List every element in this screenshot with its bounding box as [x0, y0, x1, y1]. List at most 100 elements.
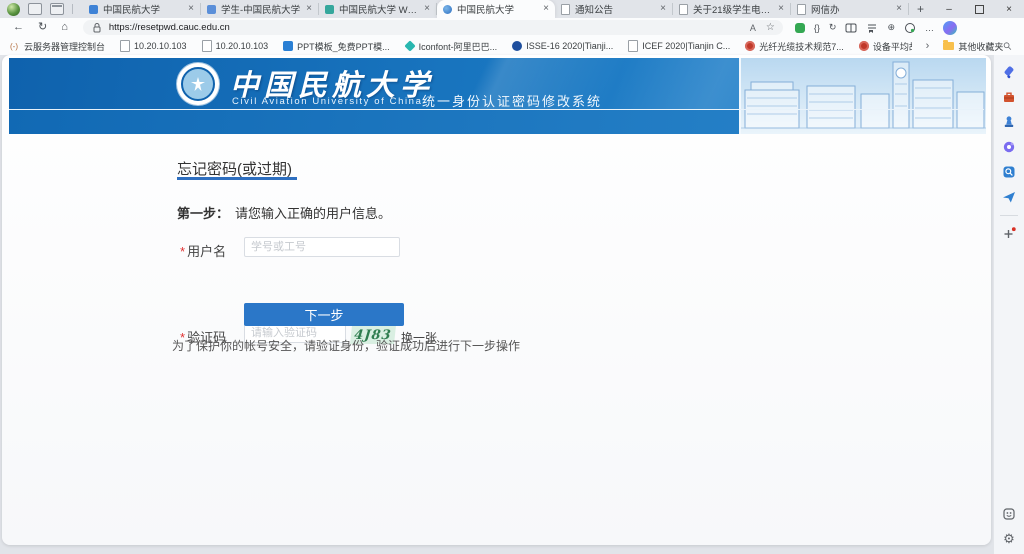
highlighter-icon[interactable] — [1002, 65, 1016, 79]
stamp-icon[interactable] — [1002, 115, 1016, 129]
braces-extension-icon[interactable]: {} — [814, 23, 820, 33]
university-logo — [177, 63, 219, 105]
tab-close-icon[interactable]: × — [896, 4, 902, 14]
browser-tab[interactable]: 关于21级学生电子邮箱和自... × — [673, 3, 791, 15]
image-search-icon[interactable] — [1002, 165, 1016, 179]
username-label-text: 用户名 — [187, 244, 226, 259]
tab-close-icon[interactable]: × — [660, 4, 666, 14]
browser-tab[interactable]: 通知公告 × — [555, 3, 673, 15]
bookmark-label: 光纤光缆技术规范7... — [759, 40, 844, 53]
username-input[interactable] — [244, 237, 400, 257]
bookmark-item[interactable]: 云服务器管理控制台 — [10, 40, 105, 53]
favorite-star-icon[interactable]: ☆ — [766, 22, 775, 33]
bookmark-favicon-icon — [512, 41, 522, 51]
tab-bar: 中国民航大学 × 学生-中国民航大学 × 中国民航大学 WebVPN × 中国民… — [0, 0, 1024, 18]
tab-favicon-icon — [325, 5, 334, 14]
bookmark-item[interactable]: 10.20.10.103 — [120, 40, 187, 52]
bookmark-label: ICEF 2020|Tianjin C... — [642, 41, 730, 51]
send-icon[interactable] — [1002, 190, 1016, 204]
address-bar[interactable]: https://resetpwd.cauc.edu.cn A ☆ — [83, 20, 783, 35]
bookmark-label: PPT模板_免费PPT模... — [297, 40, 390, 53]
bookmark-favicon-icon — [120, 40, 130, 52]
browser-tab[interactable]: 网信办 × — [791, 3, 909, 15]
tab-strip: 中国民航大学 × 学生-中国民航大学 × 中国民航大学 WebVPN × 中国民… — [83, 0, 909, 18]
bookmark-item[interactable]: ISSE-16 2020|Tianji... — [512, 41, 613, 51]
tab-title: 通知公告 — [575, 2, 656, 16]
image-creator-icon[interactable] — [1002, 507, 1016, 521]
tab-separator — [72, 4, 73, 14]
search-icon[interactable] — [1003, 40, 1012, 52]
new-tab-button[interactable]: + — [909, 0, 932, 18]
bookmark-item[interactable]: 设备平均故障间隔... — [859, 40, 912, 53]
split-screen-icon[interactable] — [845, 22, 857, 34]
tab-close-icon[interactable]: × — [188, 4, 194, 14]
tab-close-icon[interactable]: × — [778, 4, 784, 14]
bookmark-item[interactable]: Iconfont-阿里巴巴... — [405, 40, 498, 53]
tab-favicon-icon — [797, 4, 806, 15]
url-text[interactable]: https://resetpwd.cauc.edu.cn — [109, 22, 742, 33]
home-button[interactable]: ⌂ — [54, 18, 75, 37]
tab-close-icon[interactable]: × — [543, 4, 549, 14]
campus-buildings-sketch — [741, 58, 986, 134]
browser-tab[interactable]: 中国民航大学 × — [437, 0, 555, 18]
tab-favicon-icon — [561, 4, 570, 15]
copilot-icon[interactable] — [943, 21, 957, 35]
back-button[interactable]: ← — [6, 18, 31, 37]
browser-logo-icon[interactable] — [7, 3, 20, 16]
bookmark-label: 10.20.10.103 — [216, 41, 269, 51]
system-title: 统一身份认证密码修改系统 — [422, 91, 602, 110]
tab-favicon-icon — [207, 5, 216, 14]
bookmark-item[interactable]: 光纤光缆技术规范7... — [745, 40, 844, 53]
toolbar-extensions: {} ↻ ⊕ … — [795, 21, 957, 35]
other-favorites-folder[interactable]: 其他收藏夹 — [943, 40, 1003, 53]
add-icon[interactable] — [1002, 227, 1016, 241]
tab-favicon-icon — [89, 5, 98, 14]
next-step-button[interactable]: 下一步 — [244, 303, 404, 326]
tab-close-icon[interactable]: × — [306, 4, 312, 14]
bookmark-favicon-icon — [10, 41, 20, 51]
username-label: *用户名 — [180, 241, 226, 260]
tab-actions-icon[interactable] — [50, 3, 64, 15]
web-capture-icon[interactable] — [904, 22, 916, 34]
form-title: 忘记密码(或过期) — [177, 158, 292, 179]
bookmark-item[interactable]: PPT模板_免费PPT模... — [283, 40, 390, 53]
history-sync-icon[interactable]: ↻ — [829, 22, 837, 33]
tab-title: 网信办 — [811, 2, 892, 16]
workspaces-icon[interactable] — [28, 3, 42, 15]
bookmark-item[interactable]: 10.20.10.103 — [202, 40, 269, 52]
step-instruction: 第一步：请您输入正确的用户信息。 — [177, 203, 391, 222]
bookmarks-overflow-chevron-icon[interactable]: › — [926, 40, 930, 52]
bookmark-favicon-icon — [404, 40, 415, 51]
security-note: 为了保护你的帐号安全，请验证身份，验证成功后进行下一步操作 — [172, 337, 520, 354]
bookmark-item[interactable]: ICEF 2020|Tianjin C... — [628, 40, 730, 52]
minimize-button[interactable]: – — [934, 0, 964, 18]
lock-icon — [91, 22, 103, 34]
refresh-button[interactable]: ↻ — [31, 18, 54, 37]
toolbox-icon[interactable] — [1002, 90, 1016, 104]
required-marker: * — [180, 244, 185, 259]
browser-tab[interactable]: 中国民航大学 × — [83, 3, 201, 15]
tab-favicon-icon — [679, 4, 688, 15]
designer-icon[interactable] — [1002, 140, 1016, 154]
browser-window: 中国民航大学 × 学生-中国民航大学 × 中国民航大学 WebVPN × 中国民… — [0, 0, 1024, 554]
tab-close-icon[interactable]: × — [424, 4, 430, 14]
more-menu-icon[interactable]: … — [925, 23, 934, 33]
tab-title: 中国民航大学 — [457, 2, 539, 16]
settings-icon[interactable]: ⚙ — [1002, 532, 1016, 546]
bookmark-favicon-icon — [745, 41, 755, 51]
tab-title: 学生-中国民航大学 — [221, 2, 302, 16]
close-button[interactable]: × — [994, 0, 1024, 18]
read-aloud-icon[interactable]: A — [750, 23, 756, 33]
bookmarks-bar: 云服务器管理控制台 10.20.10.103 10.20.10.103 PPT模… — [0, 37, 1024, 55]
bookmark-favicon-icon — [628, 40, 638, 52]
extension-green-icon[interactable] — [795, 23, 805, 33]
bookmark-label: 10.20.10.103 — [134, 41, 187, 51]
browser-tab[interactable]: 中国民航大学 WebVPN × — [319, 3, 437, 15]
bookmark-favicon-icon — [283, 41, 293, 51]
collections-icon[interactable] — [866, 22, 878, 34]
browser-tab[interactable]: 学生-中国民航大学 × — [201, 3, 319, 15]
restore-button[interactable] — [964, 0, 994, 18]
bookmark-label: Iconfont-阿里巴巴... — [419, 40, 498, 53]
university-name-en: Civil Aviation University of China — [232, 96, 422, 107]
browser-essentials-icon[interactable]: ⊕ — [887, 22, 895, 33]
